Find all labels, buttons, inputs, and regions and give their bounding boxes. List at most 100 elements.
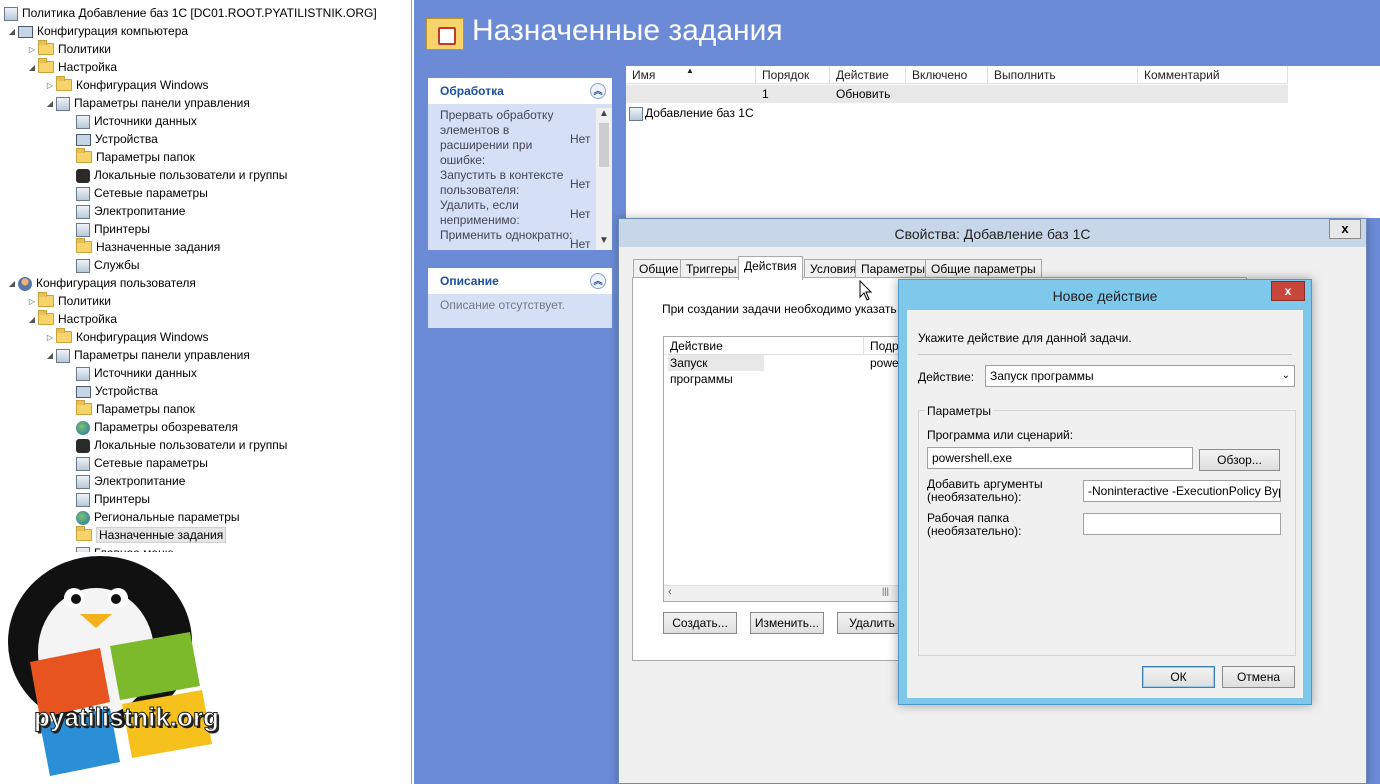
- ok-button[interactable]: ОК: [1142, 666, 1215, 688]
- column-header-action[interactable]: Действие: [830, 66, 906, 84]
- tree-item[interactable]: Источники данных: [76, 364, 197, 382]
- create-button[interactable]: Создать...: [663, 612, 737, 634]
- tree-item-selected[interactable]: Назначенные задания: [76, 526, 226, 544]
- expand-icon[interactable]: ▷: [26, 293, 38, 311]
- collapse-icon[interactable]: ◢: [44, 347, 56, 365]
- program-input[interactable]: powershell.exe: [927, 447, 1193, 469]
- scroll-left-icon[interactable]: ‹: [668, 586, 672, 598]
- tree-item[interactable]: Сетевые параметры: [76, 454, 208, 472]
- network-icon: [76, 457, 90, 471]
- tab-settings[interactable]: Параметры: [855, 259, 931, 279]
- tree-computer-preferences[interactable]: ◢Настройка: [26, 58, 117, 76]
- collapse-icon[interactable]: ◢: [6, 275, 18, 293]
- tree-computer-config[interactable]: ◢Конфигурация компьютера: [6, 22, 188, 40]
- collapse-icon[interactable]: ◢: [44, 95, 56, 113]
- tree-label: Настройка: [58, 312, 117, 326]
- collapse-icon[interactable]: ◢: [6, 23, 18, 41]
- action-row-type[interactable]: Запуск программы: [668, 355, 764, 371]
- column-header-enabled[interactable]: Включено: [906, 66, 988, 84]
- tree-user-preferences[interactable]: ◢ Настройка: [26, 310, 117, 328]
- chevron-up-icon[interactable]: ︽: [590, 273, 606, 289]
- column-header-label: Действие: [836, 68, 889, 82]
- tree-label: Службы: [94, 258, 139, 272]
- tab-conditions[interactable]: Условия: [804, 259, 862, 279]
- scroll-up-icon[interactable]: ▲: [596, 108, 612, 119]
- scroll-grip-icon[interactable]: |||: [882, 586, 889, 596]
- expand-icon[interactable]: ▷: [44, 329, 56, 347]
- tree-item[interactable]: Электропитание: [76, 202, 185, 220]
- folder-icon: [56, 79, 72, 91]
- tree-item[interactable]: Параметры папок: [76, 148, 195, 166]
- collapse-icon[interactable]: ◢: [26, 311, 38, 329]
- edit-button[interactable]: Изменить...: [750, 612, 824, 634]
- expand-icon[interactable]: ▷: [44, 77, 56, 95]
- working-dir-input[interactable]: [1083, 513, 1281, 535]
- tree-item[interactable]: Устройства: [76, 130, 158, 148]
- column-header-label: Имя: [632, 68, 655, 82]
- tree-item[interactable]: Принтеры: [76, 220, 150, 238]
- tree-label: Источники данных: [94, 366, 197, 380]
- chevron-up-icon[interactable]: ︽: [590, 83, 606, 99]
- tree-item[interactable]: Устройства: [76, 382, 158, 400]
- tasks-list[interactable]: Имя▲ Порядок Действие Включено Выполнить…: [626, 66, 1380, 218]
- scroll-down-icon[interactable]: ▼: [596, 235, 612, 246]
- tree-computer-control-panel[interactable]: ◢Параметры панели управления: [44, 94, 250, 112]
- new-action-dialog[interactable]: Новое действие x Укажите действие для да…: [898, 279, 1312, 705]
- tree-user-control-panel[interactable]: ◢Параметры панели управления: [44, 346, 250, 364]
- expand-icon[interactable]: ▷: [26, 41, 38, 59]
- tree-root[interactable]: Политика Добавление баз 1С [DC01.ROOT.PY…: [4, 4, 377, 22]
- table-row[interactable]: Добавление баз 1С 1 Обновить: [626, 85, 1288, 103]
- column-header-comment[interactable]: Комментарий: [1138, 66, 1288, 84]
- tree-item[interactable]: Локальные пользователи и группы: [76, 166, 287, 184]
- tree-label: Принтеры: [94, 492, 150, 506]
- actions-list[interactable]: Действие Подро Запуск программы powe ‹ |…: [663, 336, 903, 602]
- divider: [918, 354, 1292, 355]
- power-icon: [76, 205, 90, 219]
- tree-item[interactable]: Региональные параметры: [76, 508, 240, 526]
- tree-user-windows-settings[interactable]: ▷ Конфигурация Windows: [44, 328, 209, 346]
- tree-user-config[interactable]: ◢Конфигурация пользователя: [6, 274, 196, 292]
- tree-item[interactable]: Принтеры: [76, 490, 150, 508]
- tab-general[interactable]: Общие: [633, 259, 684, 279]
- action-label: Действие:: [918, 371, 974, 384]
- tree-item[interactable]: Локальные пользователи и группы: [76, 436, 287, 454]
- browse-button[interactable]: Обзор...: [1199, 449, 1280, 471]
- tree-item[interactable]: Источники данных: [76, 112, 197, 130]
- description-panel: Описание ︽ Описание отсутствует.: [428, 268, 612, 328]
- delete-button[interactable]: Удалить: [837, 612, 907, 634]
- tree-label: Электропитание: [94, 474, 185, 488]
- tree-label: Принтеры: [94, 222, 150, 236]
- collapse-icon[interactable]: ◢: [26, 59, 38, 77]
- close-icon[interactable]: x: [1271, 281, 1305, 301]
- close-icon[interactable]: x: [1329, 219, 1361, 239]
- cancel-button[interactable]: Отмена: [1222, 666, 1295, 688]
- processing-scrollbar[interactable]: ▲ ▼: [596, 108, 612, 250]
- tree-label: Политики: [58, 294, 111, 308]
- scroll-thumb[interactable]: [599, 123, 609, 167]
- tree-item[interactable]: Службы: [76, 256, 139, 274]
- folder-icon: [38, 61, 54, 73]
- tree-user-policies[interactable]: ▷ Политики: [26, 292, 111, 310]
- column-header-order[interactable]: Порядок: [756, 66, 830, 84]
- action-select[interactable]: Запуск программы ⌄: [985, 365, 1295, 387]
- tree-computer-policies[interactable]: ▷Политики: [26, 40, 111, 58]
- tree-item[interactable]: Электропитание: [76, 472, 185, 490]
- tree-item[interactable]: Параметры обозревателя: [76, 418, 238, 436]
- parameters-group-label: Параметры: [925, 405, 993, 418]
- tree-item[interactable]: Назначенные задания: [76, 238, 220, 256]
- args-input[interactable]: -Noninteractive -ExecutionPolicy Bypass: [1083, 480, 1281, 502]
- column-header-name[interactable]: Имя▲: [626, 66, 756, 84]
- tab-common[interactable]: Общие параметры: [925, 259, 1042, 279]
- chevron-down-icon[interactable]: ⌄: [1282, 366, 1290, 386]
- column-header-run[interactable]: Выполнить: [988, 66, 1138, 84]
- tree-item[interactable]: Параметры папок: [76, 400, 195, 418]
- tree-label: Конфигурация Windows: [76, 330, 209, 344]
- tree-item[interactable]: Сетевые параметры: [76, 184, 208, 202]
- tab-triggers[interactable]: Триггеры: [680, 259, 743, 279]
- tree-computer-windows-settings[interactable]: ▷Конфигурация Windows: [44, 76, 209, 94]
- horizontal-scrollbar[interactable]: ‹ |||: [664, 585, 904, 601]
- local-users-icon: [76, 439, 90, 453]
- tab-actions[interactable]: Действия: [738, 256, 803, 280]
- processing-row-label: Применить однократно:: [440, 228, 580, 250]
- column-header-action[interactable]: Действие: [664, 337, 864, 355]
